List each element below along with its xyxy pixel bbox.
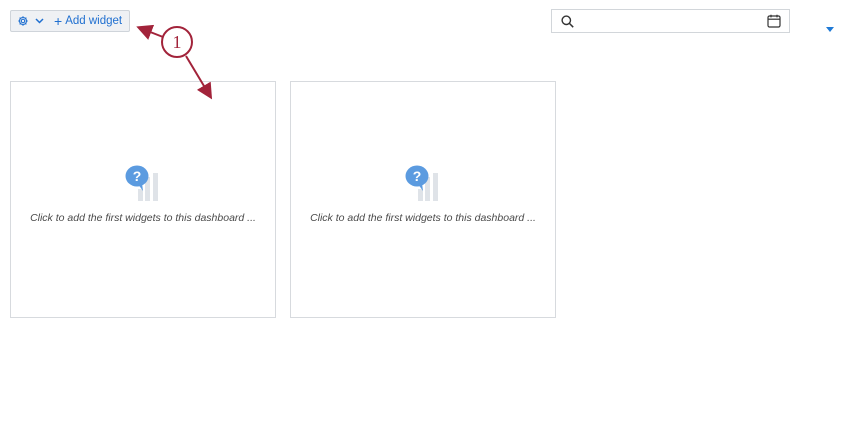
chevron-down-icon[interactable] [35,18,44,24]
gear-icon[interactable] [17,15,29,27]
search-input[interactable] [578,12,762,32]
dashboard-toolbar: + Add widget [10,10,130,32]
search-icon [561,15,574,33]
question-chart-icon: ? [124,164,164,209]
callout-number: 1 [172,32,182,52]
empty-widget-placeholder[interactable]: ? Click to add the first widgets to this… [290,81,556,318]
search-date-field[interactable] [551,9,790,33]
widget-empty-message: Click to add the first widgets to this d… [30,212,256,224]
widget-empty-message: Click to add the first widgets to this d… [310,212,536,224]
plus-icon: + [54,13,63,29]
question-chart-icon: ? [404,164,444,209]
add-widget-label: Add widget [65,15,123,27]
calendar-icon[interactable] [767,14,781,33]
add-widget-button[interactable]: + Add widget [54,14,122,28]
caret-down-icon[interactable] [826,19,834,37]
svg-text:?: ? [133,168,142,184]
empty-widget-placeholder[interactable]: ? Click to add the first widgets to this… [10,81,276,318]
dashboard-page: + Add widget ? Click to add the first wi… [0,0,850,425]
arrow-to-add-widget [136,24,164,40]
svg-text:?: ? [413,168,422,184]
